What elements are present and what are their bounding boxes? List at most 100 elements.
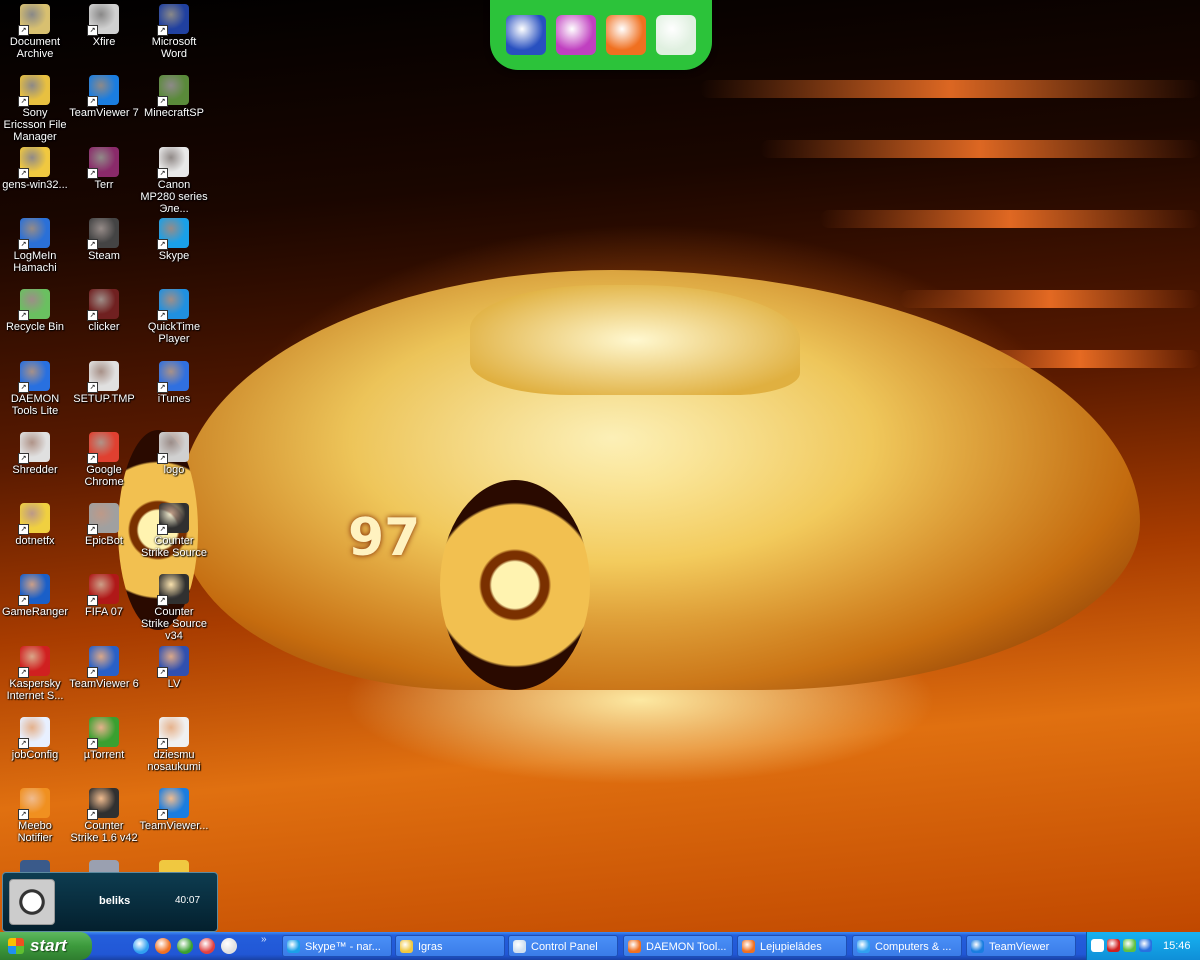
desktop-icon-label: Steam: [88, 249, 120, 262]
desktop-icon[interactable]: ↗ Terr: [69, 143, 139, 191]
tmp-file-icon: ↗: [87, 360, 119, 393]
desktop-icon[interactable]: ↗ logo: [139, 428, 209, 476]
desktop-icon[interactable]: ↗ Canon MP280 series Эле...: [139, 143, 209, 215]
winrar-icon: ↗: [87, 146, 119, 179]
desktop-icon[interactable]: ↗ Shredder: [0, 428, 70, 476]
taskbar-button[interactable]: Igras: [395, 935, 505, 957]
firefox-icon[interactable]: [155, 938, 171, 954]
desktop-icon-label: Microsoft Word: [151, 36, 197, 60]
shortcut-arrow-icon: ↗: [87, 524, 98, 536]
desktop-icon[interactable]: ↗ Meebo Notifier: [0, 784, 70, 844]
kaspersky-tray-icon[interactable]: [1107, 939, 1120, 952]
desktop-icon[interactable]: ↗ TeamViewer...: [139, 784, 209, 832]
desktop-icon-label: Meebo Notifier: [17, 820, 53, 845]
desktop-icon[interactable]: ↗ SETUP.TMP: [69, 357, 139, 405]
shortcut-arrow-icon: ↗: [157, 25, 168, 36]
notification-popup[interactable]: beliks 40:07: [2, 872, 218, 932]
shield-tray-icon[interactable]: [1123, 939, 1136, 952]
desktop-icon[interactable]: ↗ QuickTime Player: [139, 285, 209, 345]
desktop-icon[interactable]: ↗ dotnetfx: [0, 499, 70, 547]
shortcut-arrow-icon: ↗: [157, 524, 168, 536]
quick-launch-overflow-button[interactable]: »: [261, 932, 267, 948]
shortcut-arrow-icon: ↗: [87, 25, 98, 36]
desktop-icon[interactable]: ↗ iTunes: [139, 357, 209, 405]
desktop-icon-label: Google Chrome: [84, 463, 124, 488]
shortcut-arrow-icon: ↗: [18, 524, 29, 536]
my-computer-icon[interactable]: [506, 15, 546, 55]
desktop-icon-label: µTorrent: [83, 749, 125, 761]
desktop-icon[interactable]: ↗ GameRanger: [0, 570, 70, 618]
desktop-icon[interactable]: ↗ TeamViewer 7: [69, 71, 139, 119]
desktop-icon[interactable]: ↗ Counter Strike Source: [139, 499, 209, 559]
notification-time: 40:07: [175, 895, 201, 906]
taskbar-button[interactable]: Skype™ - nar...: [282, 935, 392, 957]
teamviewer-icon: ↗: [157, 788, 189, 821]
shortcut-arrow-icon: ↗: [157, 310, 168, 322]
shortcut-arrow-icon: ↗: [157, 809, 168, 821]
desktop-icon[interactable]: ↗ Kaspersky Internet S...: [0, 642, 70, 702]
taskbar-button[interactable]: DAEMON Tool...: [623, 935, 733, 957]
ie-icon[interactable]: [133, 938, 149, 954]
taskbar-button[interactable]: Control Panel: [508, 935, 618, 957]
desktop-icon[interactable]: ↗ Counter Strike 1.6 v42: [69, 784, 139, 844]
desktop-icon[interactable]: ↗ EpicBot: [69, 499, 139, 547]
start-button[interactable]: start: [0, 932, 92, 960]
shortcut-arrow-icon: ↗: [87, 96, 98, 108]
media-icon[interactable]: [556, 15, 596, 55]
desktop-icon[interactable]: ↗ gens-win32...: [0, 143, 70, 191]
desktop-icon[interactable]: ↗ Recycle Bin: [0, 285, 70, 333]
desktop-icon-label: TeamViewer...: [139, 820, 209, 833]
recycle-icon[interactable]: [656, 15, 696, 55]
shortcut-arrow-icon: ↗: [87, 381, 98, 393]
shortcut-arrow-icon: ↗: [157, 666, 168, 678]
desktop-icon-label: Shredder: [12, 463, 58, 476]
desktop-icon[interactable]: ↗ DAEMON Tools Lite: [0, 357, 70, 417]
itunes-icon: ↗: [157, 360, 189, 393]
daemon-tray-icon[interactable]: [1139, 939, 1152, 952]
desktop-icon[interactable]: ↗ LV: [139, 642, 209, 690]
shortcut-arrow-icon: ↗: [87, 595, 98, 607]
shortcut-arrow-icon: ↗: [157, 167, 168, 179]
taskbar-button-label: DAEMON Tool...: [646, 941, 727, 953]
start-label: start: [30, 936, 67, 955]
desktop-icon[interactable]: ↗ Google Chrome: [69, 428, 139, 488]
firefox-icon: [742, 940, 755, 953]
desktop-icon[interactable]: ↗ Counter Strike Source v34: [139, 570, 209, 642]
game-icon[interactable]: [199, 938, 215, 954]
desktop-icon[interactable]: ↗ FIFA 07: [69, 570, 139, 618]
clock[interactable]: 15:46: [1163, 932, 1191, 960]
desktop-icon-label: LogMeIn Hamachi: [13, 249, 57, 274]
desktop-icon[interactable]: ↗ Sony Ericsson File Manager: [0, 71, 70, 143]
desktop-icon[interactable]: ↗ Microsoft Word: [139, 0, 209, 60]
ie-icon: [857, 940, 870, 953]
desktop-icon-label: Canon MP280 series Эле...: [140, 178, 208, 215]
top-dock: [490, 0, 712, 70]
shortcut-arrow-icon: ↗: [18, 738, 29, 749]
desktop-icon[interactable]: ↗ jobConfig: [0, 713, 70, 761]
image-file-icon: ↗: [157, 431, 189, 464]
desktop-icon-label: LV: [167, 677, 181, 690]
teamviewer-icon: [971, 940, 984, 953]
taskbar-button[interactable]: TeamViewer: [966, 935, 1076, 957]
desktop-icon[interactable]: ↗ TeamViewer 6: [69, 642, 139, 690]
desktop-icon-label: jobConfig: [11, 749, 59, 761]
desktop-icon[interactable]: ↗ Xfire: [69, 0, 139, 48]
desktop-icon[interactable]: ↗ dziesmu nosaukumi: [139, 713, 209, 773]
tray-chevron-icon[interactable]: [1091, 939, 1104, 952]
desktop-icon[interactable]: ↗ Skype: [139, 214, 209, 262]
shortcut-arrow-icon: ↗: [157, 381, 168, 393]
taskbar-button[interactable]: Computers & ...: [852, 935, 962, 957]
desktop-icon[interactable]: ↗ MinecraftSP: [139, 71, 209, 119]
desktop-icon[interactable]: ↗ Steam: [69, 214, 139, 262]
desktop-icon[interactable]: [221, 938, 237, 954]
desktop-icon[interactable]: ↗ µTorrent: [69, 713, 139, 761]
shortcut-arrow-icon: ↗: [157, 738, 168, 749]
taskbar-button[interactable]: Lejupielādes: [737, 935, 847, 957]
desktop-icon[interactable]: ↗ LogMeIn Hamachi: [0, 214, 70, 274]
browser-icon[interactable]: [606, 15, 646, 55]
utorrent-icon[interactable]: [177, 938, 193, 954]
desktop-icon[interactable]: ↗ clicker: [69, 285, 139, 333]
counter-strike-icon: ↗: [157, 574, 189, 607]
desktop-icon[interactable]: ↗ Document Archive: [0, 0, 70, 60]
desktop-icon-label: Document Archive: [9, 36, 61, 60]
